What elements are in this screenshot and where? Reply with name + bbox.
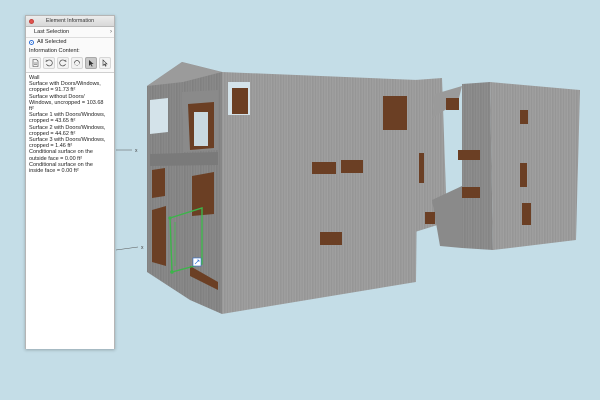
element-information-palette[interactable]: Element Information Last Selection › All… [25, 15, 115, 349]
axis-marker: x x [115, 148, 144, 251]
selection-label: Last Selection [34, 29, 70, 35]
info-line: Surface 2 with Doors/Windows, [29, 124, 106, 131]
window [232, 88, 248, 114]
close-icon[interactable] [29, 18, 34, 24]
palette-title: Element Information [45, 18, 95, 24]
window [462, 187, 480, 198]
window [425, 212, 435, 224]
chevron-right-icon[interactable]: › [110, 27, 112, 37]
all-selected-option[interactable]: All Selected [26, 38, 114, 47]
document-icon[interactable] [29, 57, 41, 69]
radio-label: All Selected [37, 39, 67, 45]
building-right[interactable] [415, 78, 580, 250]
selection-dropdown[interactable]: Last Selection › [26, 27, 114, 38]
info-toolbar [26, 55, 114, 73]
window [522, 203, 531, 225]
palette-title-bar[interactable]: Element Information [26, 16, 114, 27]
window [341, 160, 363, 173]
information-content-label: Information Content: [29, 48, 80, 54]
building-left[interactable] [147, 62, 418, 314]
rotate-left-icon[interactable] [43, 57, 55, 69]
window [312, 162, 336, 174]
window [152, 206, 166, 266]
info-line: inside face = 0.00 ft² [29, 168, 79, 175]
refresh-icon[interactable] [71, 57, 83, 69]
window [320, 232, 342, 245]
window [446, 98, 459, 110]
window [383, 96, 407, 130]
info-line: Windows, uncropped = 103.68 [29, 99, 104, 106]
radio-icon[interactable] [29, 40, 34, 45]
rotate-right-icon[interactable] [57, 57, 69, 69]
pointer-info-icon[interactable] [85, 57, 97, 69]
information-content-text: Wall Surface with Doors/Windows, cropped… [26, 73, 114, 349]
pointer-settings-icon[interactable] [99, 57, 111, 69]
window [458, 150, 480, 160]
axis-label: x [141, 245, 144, 251]
axis-label: x [135, 148, 138, 154]
window [520, 163, 527, 187]
window [152, 168, 165, 198]
window [419, 153, 424, 183]
window [520, 110, 528, 124]
